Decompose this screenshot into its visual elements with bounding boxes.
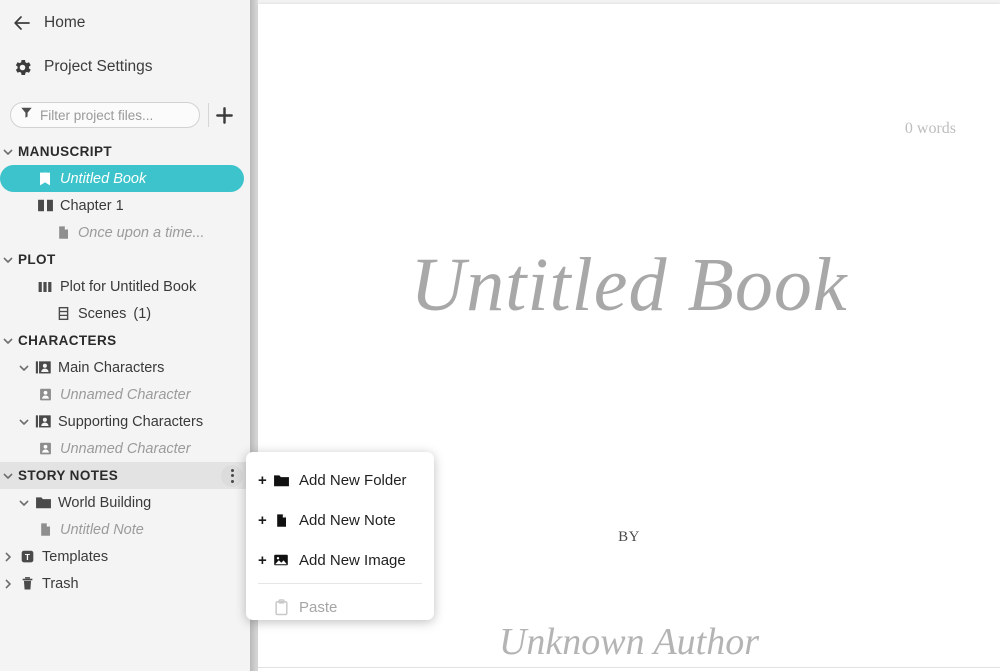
tree-item-label: Unnamed Character (60, 440, 191, 457)
tree-item-label: Main Characters (58, 359, 165, 376)
document-icon (52, 225, 74, 240)
sidebar-item-trash[interactable]: Trash (0, 570, 250, 597)
add-item-button[interactable] (209, 101, 239, 129)
menu-divider (258, 583, 422, 584)
sidebar-item-templates[interactable]: T Templates (0, 543, 250, 570)
search-input-placeholder: Filter project files... (40, 107, 154, 123)
trash-icon (16, 576, 38, 591)
section-header-characters[interactable]: CHARACTERS (0, 327, 250, 354)
character-folder-icon (32, 359, 54, 376)
tree-item-label: Once upon a time... (78, 224, 205, 241)
folder-icon (269, 472, 293, 489)
filter-bar: Filter project files... (0, 98, 250, 132)
section-header-label: STORY NOTES (18, 468, 119, 483)
book-title[interactable]: Untitled Book (258, 242, 1000, 329)
tree-item[interactable]: Unnamed Character (0, 381, 250, 408)
clipboard-icon (269, 598, 293, 616)
tree-item-label: Untitled Note (60, 521, 144, 538)
tree-item-label: Scenes (78, 305, 127, 322)
chevron-down-icon[interactable] (0, 254, 16, 266)
menu-item-label: Paste (299, 598, 338, 616)
tree-item-count: (1) (133, 305, 152, 322)
section-header-manuscript[interactable]: MANUSCRIPT (0, 138, 250, 165)
scenes-icon (52, 306, 74, 321)
svg-text:T: T (24, 552, 30, 562)
tree-item-label: Supporting Characters (58, 413, 204, 430)
section-header-plot[interactable]: PLOT (0, 246, 250, 273)
search-input[interactable]: Filter project files... (10, 102, 200, 128)
section-header-label: MANUSCRIPT (18, 144, 112, 159)
funnel-icon (20, 106, 33, 124)
more-options-icon[interactable] (221, 464, 243, 487)
project-settings-button[interactable]: Project Settings (0, 48, 250, 86)
document-icon (34, 522, 56, 537)
document-icon (269, 513, 293, 528)
home-nav-button[interactable]: Home (0, 4, 250, 42)
menu-item-label: Add New Note (299, 511, 396, 529)
image-icon (269, 552, 293, 568)
chevron-down-icon[interactable] (0, 146, 16, 158)
character-folder-icon (32, 413, 54, 430)
tree-item[interactable]: World Building (0, 489, 250, 516)
project-tree: MANUSCRIPT Untitled Book Chapter 1 Once upo… (0, 138, 250, 597)
character-icon (34, 441, 56, 456)
section-header-label: CHARACTERS (18, 333, 117, 348)
sidebar-item-label: Templates (42, 548, 109, 565)
chevron-down-icon[interactable] (0, 470, 16, 482)
sidebar-item-label: Trash (42, 575, 79, 592)
tree-item[interactable]: Once upon a time... (0, 219, 250, 246)
menu-item-add-new-image[interactable]: + Add New Image (246, 540, 434, 580)
menu-item-label: Add New Image (299, 551, 406, 569)
section-header-label: PLOT (18, 252, 56, 267)
chevron-right-icon[interactable] (0, 551, 16, 563)
section-header-story-notes[interactable]: STORY NOTES (0, 462, 250, 489)
context-menu[interactable]: + Add New Folder + Add New Note + Add New Ima… (246, 452, 434, 620)
project-sidebar: Home Project Settings Filter project fil… (0, 0, 250, 671)
page-divider (258, 667, 1000, 668)
project-settings-label: Project Settings (44, 58, 153, 75)
tree-item[interactable]: Chapter 1 (0, 192, 250, 219)
folder-icon (32, 494, 54, 511)
plus-prefix: + (258, 511, 267, 529)
menu-item-paste: Paste (246, 587, 434, 627)
tree-item-label: Chapter 1 (60, 197, 124, 214)
menu-item-add-new-note[interactable]: + Add New Note (246, 500, 434, 540)
tree-item[interactable]: Untitled Note (0, 516, 250, 543)
home-label: Home (44, 14, 86, 31)
chevron-down-icon[interactable] (0, 335, 16, 347)
word-count-label: 0 words (904, 120, 956, 137)
plus-prefix: + (258, 471, 267, 489)
tree-item[interactable]: Supporting Characters (0, 408, 250, 435)
tree-item-label: World Building (58, 494, 152, 511)
tree-item[interactable]: Scenes (1) (0, 300, 250, 327)
tree-item[interactable]: Unnamed Character (0, 435, 250, 462)
tree-item[interactable]: Plot for Untitled Book (0, 273, 250, 300)
chevron-down-icon[interactable] (16, 362, 32, 374)
tree-item-label: Untitled Book (60, 170, 147, 187)
tree-item[interactable]: Untitled Book (0, 165, 244, 192)
columns-icon (34, 279, 56, 295)
arrow-left-icon (12, 13, 38, 33)
app-window: Home Project Settings Filter project fil… (0, 0, 1000, 671)
book-icon (34, 171, 56, 187)
menu-item-add-new-folder[interactable]: + Add New Folder (246, 460, 434, 500)
gear-icon (12, 57, 38, 78)
tree-item-label: Unnamed Character (60, 386, 191, 403)
template-t-icon: T (16, 549, 38, 564)
tree-item[interactable]: Main Characters (0, 354, 250, 381)
tree-item-label: Plot for Untitled Book (60, 278, 197, 295)
character-icon (34, 387, 56, 402)
menu-item-label: Add New Folder (299, 471, 407, 489)
open-book-icon (34, 197, 56, 214)
chevron-down-icon[interactable] (16, 497, 32, 509)
chevron-right-icon[interactable] (0, 578, 16, 590)
chevron-down-icon[interactable] (16, 416, 32, 428)
plus-prefix: + (258, 551, 267, 569)
